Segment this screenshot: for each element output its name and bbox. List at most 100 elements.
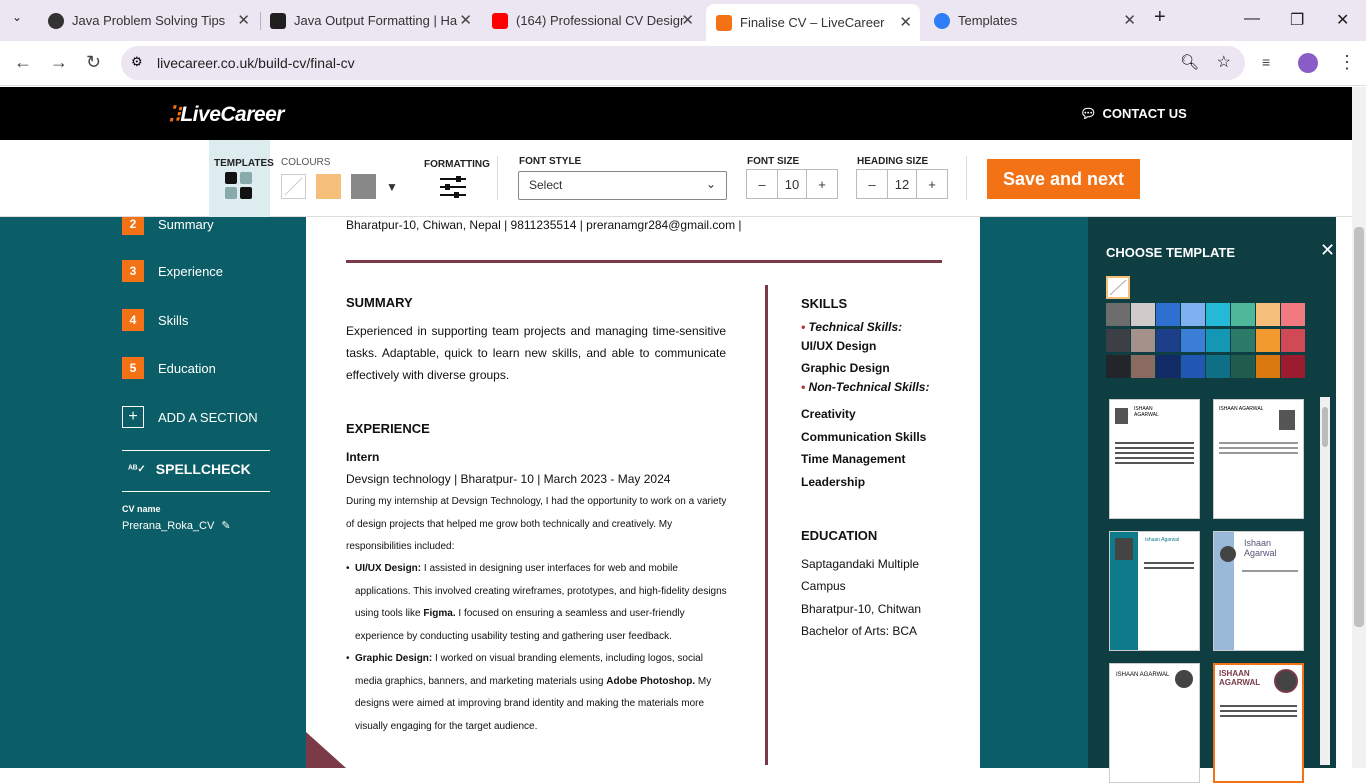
address-bar: ← → ↻ ⚙ livecareer.co.uk/build-cv/final-… bbox=[0, 41, 1366, 86]
close-icon[interactable]: ✕ bbox=[899, 13, 912, 31]
star-icon[interactable]: ☆ bbox=[1217, 52, 1231, 72]
template-colour-swatch[interactable] bbox=[1281, 303, 1305, 326]
column-divider bbox=[765, 285, 768, 765]
step-experience[interactable]: 3 Experience bbox=[122, 260, 223, 282]
template-colour-swatch[interactable] bbox=[1206, 329, 1230, 352]
template-colour-swatch[interactable] bbox=[1156, 329, 1180, 352]
step-education[interactable]: 5 Education bbox=[122, 357, 216, 379]
zoom-icon[interactable]: 🔍︎ bbox=[1180, 53, 1199, 71]
close-panel-icon[interactable]: ✕ bbox=[1320, 240, 1335, 261]
colour-none[interactable] bbox=[1106, 276, 1130, 299]
pencil-icon[interactable]: ✎ bbox=[221, 520, 230, 532]
close-window-icon[interactable]: ✕ bbox=[1336, 10, 1349, 30]
spellcheck-button[interactable]: ᴬᴮ✓ SPELLCHECK bbox=[128, 461, 251, 477]
page-scrollbar[interactable] bbox=[1352, 87, 1366, 768]
increase-font-button[interactable]: + bbox=[807, 170, 837, 198]
colour-swatch-none[interactable] bbox=[281, 174, 306, 199]
template-colour-swatch[interactable] bbox=[1281, 355, 1305, 378]
step-skills[interactable]: 4 Skills bbox=[122, 309, 188, 331]
hackerrank-icon bbox=[270, 12, 286, 29]
close-icon[interactable]: ✕ bbox=[237, 11, 250, 29]
template-colour-swatch[interactable] bbox=[1231, 355, 1255, 378]
corner-decoration bbox=[306, 732, 346, 768]
tab-livecareer[interactable]: Finalise CV – LiveCareer ✕ bbox=[706, 4, 920, 41]
add-section-button[interactable]: + ADD A SECTION bbox=[122, 406, 258, 428]
template-thumb-4[interactable]: Ishaan Agarwal bbox=[1213, 531, 1304, 651]
livecareer-logo[interactable]: ⁚⁝LiveCareer bbox=[168, 102, 284, 127]
new-tab-icon[interactable]: + bbox=[1154, 6, 1166, 29]
template-colour-swatch[interactable] bbox=[1206, 303, 1230, 326]
template-thumb-6-selected[interactable]: ISHAAN AGARWAL bbox=[1213, 663, 1304, 783]
livecareer-icon bbox=[716, 14, 732, 31]
tab-templates[interactable]: Templates ✕ bbox=[934, 6, 1144, 35]
template-thumb-5[interactable]: ISHAAN AGARWAL bbox=[1109, 663, 1200, 783]
tab-youtube[interactable]: (164) Professional CV Design ✕ bbox=[492, 6, 702, 35]
close-icon[interactable]: ✕ bbox=[1123, 11, 1136, 29]
logo-mark-icon: ⁚⁝ bbox=[168, 103, 181, 126]
template-colour-swatch[interactable] bbox=[1106, 355, 1130, 378]
cv-name[interactable]: Prerana_Roka_CV ✎ bbox=[122, 519, 231, 532]
template-colour-swatch[interactable] bbox=[1181, 303, 1205, 326]
template-colour-swatch[interactable] bbox=[1156, 355, 1180, 378]
template-colour-swatch[interactable] bbox=[1106, 329, 1130, 352]
templates-icon bbox=[225, 172, 252, 199]
template-colour-swatch[interactable] bbox=[1256, 355, 1280, 378]
menu-icon[interactable]: ⋮ bbox=[1338, 52, 1356, 73]
template-colour-swatch[interactable] bbox=[1131, 329, 1155, 352]
media-icon[interactable]: ≡ bbox=[1262, 54, 1270, 70]
back-icon[interactable]: ← bbox=[14, 52, 32, 73]
steps-sidebar: 2 Summary 3 Experience 4 Skills 5 Education … bbox=[0, 213, 306, 768]
profile-avatar[interactable] bbox=[1298, 53, 1318, 73]
template-colour-swatch[interactable] bbox=[1106, 303, 1130, 326]
formatting-sliders-icon[interactable] bbox=[440, 176, 466, 198]
site-settings-icon[interactable]: ⚙ bbox=[131, 54, 143, 70]
template-thumb-3[interactable]: Ishaan Agarwal bbox=[1109, 531, 1200, 651]
template-colour-swatch[interactable] bbox=[1181, 329, 1205, 352]
template-thumb-1[interactable]: ISHAAN AGARWAL bbox=[1109, 399, 1200, 519]
template-colour-swatch[interactable] bbox=[1281, 329, 1305, 352]
template-colour-swatch[interactable] bbox=[1206, 355, 1230, 378]
decrease-font-button[interactable]: – bbox=[747, 170, 777, 198]
forward-icon[interactable]: → bbox=[50, 52, 68, 73]
reload-icon[interactable]: ↻ bbox=[86, 52, 101, 73]
heading-size-stepper: –12 + bbox=[856, 169, 948, 199]
contact-us-link[interactable]: 💬︎ CONTACT US bbox=[1080, 106, 1187, 122]
site-header: ⁚⁝LiveCareer 💬︎ CONTACT US bbox=[0, 87, 1352, 140]
template-colour-swatch[interactable] bbox=[1231, 303, 1255, 326]
panel-scrollbar[interactable] bbox=[1320, 397, 1330, 765]
minimize-icon[interactable]: — bbox=[1244, 10, 1260, 28]
template-colour-swatch[interactable] bbox=[1256, 329, 1280, 352]
template-thumb-2[interactable]: ISHAAN AGARWAL bbox=[1213, 399, 1304, 519]
template-colour-swatch[interactable] bbox=[1156, 303, 1180, 326]
cv-preview: Bharatpur-10, Chiwan, Nepal | 9811235514… bbox=[306, 217, 980, 768]
template-colour-swatch[interactable] bbox=[1131, 303, 1155, 326]
increase-heading-button[interactable]: + bbox=[917, 170, 947, 198]
template-colour-swatch[interactable] bbox=[1231, 329, 1255, 352]
tab-search-icon[interactable]: ⌄ bbox=[12, 10, 22, 24]
decrease-heading-button[interactable]: – bbox=[857, 170, 887, 198]
template-colour-swatch[interactable] bbox=[1131, 355, 1155, 378]
url-bar[interactable]: ⚙ livecareer.co.uk/build-cv/final-cv 🔍︎ … bbox=[121, 46, 1245, 80]
bullet-uiux: • UI/UX Design: I assisted in designing u… bbox=[346, 563, 727, 642]
tab-java-output[interactable]: Java Output Formatting | Ha ✕ bbox=[270, 6, 480, 35]
save-and-next-button[interactable]: Save and next bbox=[987, 159, 1140, 199]
chevron-down-icon: ⌄ bbox=[705, 177, 716, 191]
close-icon[interactable]: ✕ bbox=[681, 11, 694, 29]
canva-icon bbox=[934, 12, 950, 29]
close-icon[interactable]: ✕ bbox=[459, 11, 472, 29]
header-divider bbox=[346, 260, 942, 263]
bullet-graphic: • Graphic Design: I worked on visual bran… bbox=[346, 653, 712, 732]
youtube-icon bbox=[492, 12, 508, 29]
browser-tab-bar: ⌄ Java Problem Solving Tips ✕ Java Output… bbox=[0, 0, 1366, 41]
spellcheck-icon: ᴬᴮ✓ bbox=[128, 463, 146, 475]
font-style-select[interactable]: Select ⌄ bbox=[518, 171, 727, 200]
template-colour-swatch[interactable] bbox=[1256, 303, 1280, 326]
template-colour-swatch[interactable] bbox=[1181, 355, 1205, 378]
plus-icon: + bbox=[122, 406, 144, 428]
colour-swatch-orange[interactable] bbox=[316, 174, 341, 199]
colour-swatch-grey[interactable] bbox=[351, 174, 376, 199]
templates-button[interactable]: TEMPLATES bbox=[209, 140, 274, 217]
restore-icon[interactable]: ❐ bbox=[1290, 10, 1304, 30]
colour-dropdown-icon[interactable]: ▼ bbox=[386, 180, 398, 194]
tab-java-tips[interactable]: Java Problem Solving Tips ✕ bbox=[48, 6, 258, 35]
